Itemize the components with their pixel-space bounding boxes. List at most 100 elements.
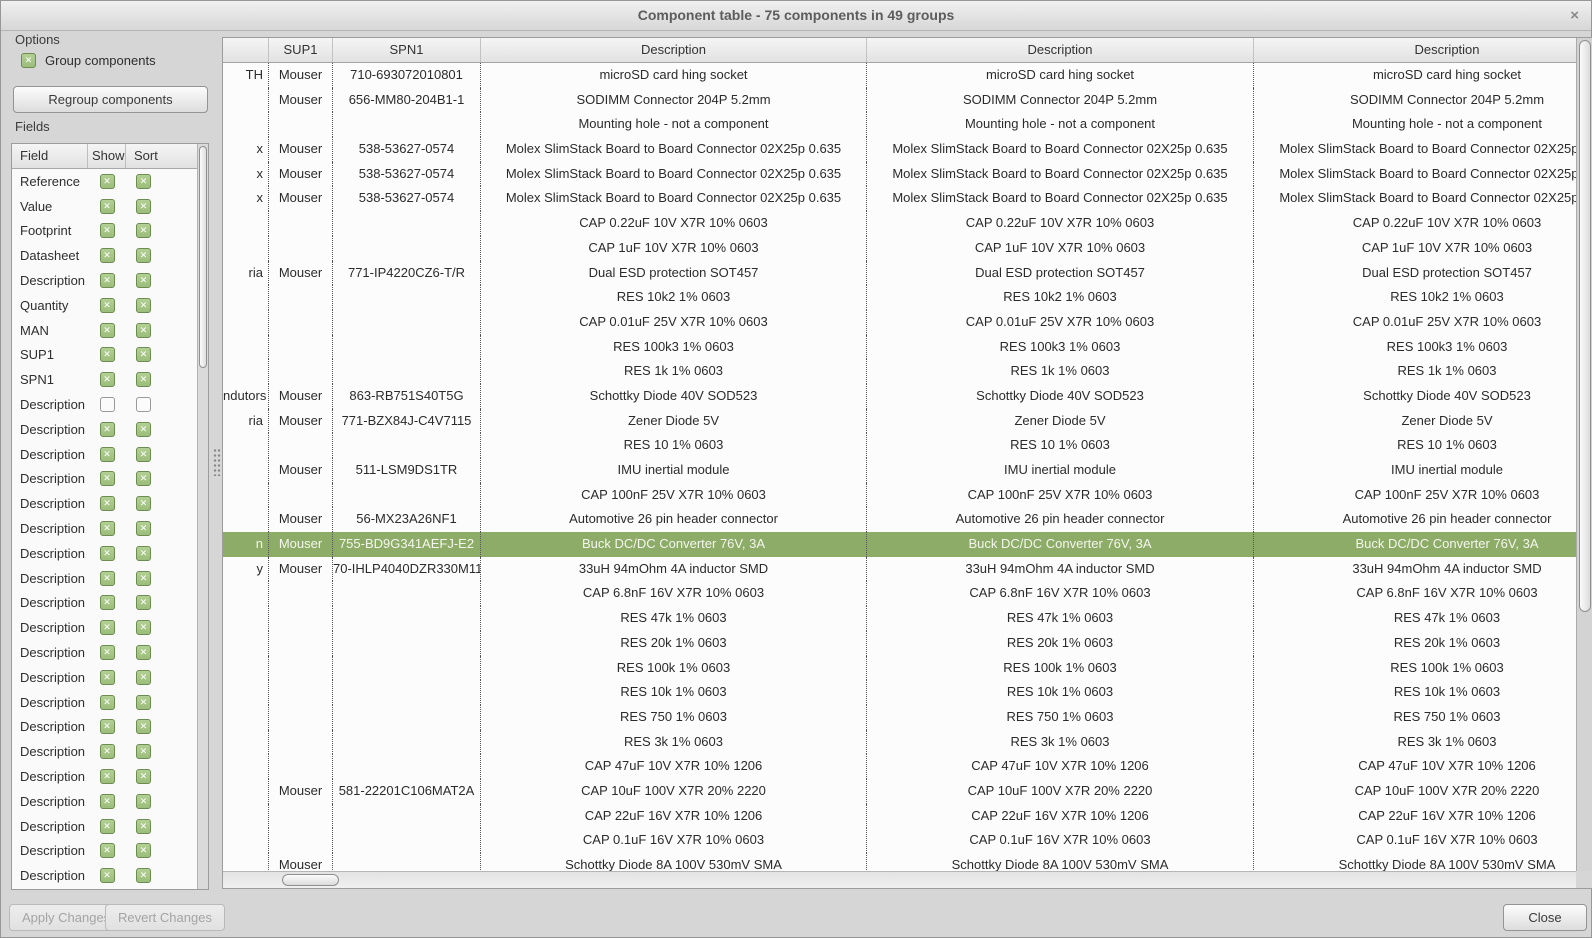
field-sort-checkbox[interactable] xyxy=(136,695,151,710)
field-sort-checkbox[interactable] xyxy=(136,794,151,809)
table-cell[interactable]: CAP 47uF 10V X7R 10% 1206 xyxy=(1254,754,1576,779)
table-cell[interactable]: RES 750 1% 0603 xyxy=(1254,705,1576,730)
fields-scrollbar[interactable] xyxy=(197,144,208,889)
table-cell[interactable]: Dual ESD protection SOT457 xyxy=(1254,261,1576,286)
table-row[interactable]: Mouser511-LSM9DS1TRIMU inertial moduleIM… xyxy=(223,458,1576,483)
table-cell[interactable]: CAP 1uF 10V X7R 10% 0603 xyxy=(867,236,1254,261)
table-cell[interactable]: Molex SlimStack Board to Board Connector… xyxy=(867,137,1254,162)
table-cell[interactable] xyxy=(333,680,481,705)
field-row[interactable]: Description xyxy=(12,863,197,888)
table-cell[interactable] xyxy=(333,730,481,755)
table-cell[interactable]: Mounting hole - not a component xyxy=(481,112,867,137)
table-cell[interactable] xyxy=(269,483,333,508)
table-cell[interactable]: IMU inertial module xyxy=(1254,458,1576,483)
table-cell[interactable]: Molex SlimStack Board to Board Connector… xyxy=(481,137,867,162)
table-cell[interactable]: Buck DC/DC Converter 76V, 3A xyxy=(1254,532,1576,557)
table-cell[interactable] xyxy=(269,211,333,236)
table-cell[interactable]: RES 1k 1% 0603 xyxy=(1254,359,1576,384)
fields-col-field[interactable]: Field xyxy=(12,144,88,168)
table-cell[interactable]: Schottky Diode 40V SOD523 xyxy=(481,384,867,409)
table-cell[interactable] xyxy=(333,631,481,656)
table-cell[interactable] xyxy=(269,804,333,829)
field-show-checkbox[interactable] xyxy=(100,571,115,586)
field-show-checkbox[interactable] xyxy=(100,794,115,809)
table-cell[interactable]: x xyxy=(223,137,269,162)
table-cell[interactable]: Mouser xyxy=(269,507,333,532)
group-components-checkbox[interactable] xyxy=(21,53,36,68)
table-cell[interactable]: SODIMM Connector 204P 5.2mm xyxy=(867,88,1254,113)
table-cell[interactable]: TH xyxy=(223,63,269,88)
field-sort-checkbox[interactable] xyxy=(136,719,151,734)
table-cell[interactable] xyxy=(333,581,481,606)
field-row[interactable]: Description xyxy=(12,665,197,690)
table-cell[interactable]: Zener Diode 5V xyxy=(1254,409,1576,434)
table-cell[interactable]: Dual ESD protection SOT457 xyxy=(481,261,867,286)
table-cell[interactable]: CAP 6.8nF 16V X7R 10% 0603 xyxy=(481,581,867,606)
table-cell[interactable]: Zener Diode 5V xyxy=(867,409,1254,434)
field-sort-checkbox[interactable] xyxy=(136,670,151,685)
table-cell[interactable]: Mouser xyxy=(269,409,333,434)
field-sort-checkbox[interactable] xyxy=(136,819,151,834)
field-sort-checkbox[interactable] xyxy=(136,843,151,858)
field-row[interactable]: Description xyxy=(12,392,197,417)
field-row[interactable]: Value xyxy=(12,194,197,219)
table-cell[interactable] xyxy=(333,483,481,508)
table-cell[interactable]: IMU inertial module xyxy=(867,458,1254,483)
table-cell[interactable] xyxy=(269,606,333,631)
table-cell[interactable]: CAP 0.01uF 25V X7R 10% 0603 xyxy=(481,310,867,335)
table-cell[interactable]: Buck DC/DC Converter 76V, 3A xyxy=(481,532,867,557)
table-cell[interactable]: 863-RB751S40T5G xyxy=(333,384,481,409)
table-cell[interactable]: Mouser xyxy=(269,532,333,557)
field-row[interactable]: Description xyxy=(12,839,197,864)
field-row[interactable]: Description xyxy=(12,566,197,591)
table-cell[interactable]: IMU inertial module xyxy=(481,458,867,483)
table-cell[interactable]: CAP 100nF 25V X7R 10% 0603 xyxy=(1254,483,1576,508)
table-cell[interactable]: 755-BD9G341AEFJ-E2 xyxy=(333,532,481,557)
table-cell[interactable]: RES 47k 1% 0603 xyxy=(867,606,1254,631)
column-header[interactable]: SUP1 xyxy=(269,38,333,62)
table-cell[interactable]: Schottky Diode 8A 100V 530mV SMA xyxy=(867,853,1254,871)
column-header[interactable]: Description xyxy=(1254,38,1576,62)
field-show-checkbox[interactable] xyxy=(100,521,115,536)
table-cell[interactable]: CAP 0.01uF 25V X7R 10% 0603 xyxy=(867,310,1254,335)
table-cell[interactable]: CAP 0.1uF 16V X7R 10% 0603 xyxy=(481,828,867,853)
field-row[interactable]: MAN xyxy=(12,318,197,343)
field-row[interactable]: Description xyxy=(12,442,197,467)
column-header[interactable]: Description xyxy=(867,38,1254,62)
table-cell[interactable]: Mouser xyxy=(269,557,333,582)
table-cell[interactable]: CAP 100nF 25V X7R 10% 0603 xyxy=(481,483,867,508)
table-row[interactable]: RES 10k 1% 0603RES 10k 1% 0603RES 10k 1%… xyxy=(223,680,1576,705)
field-sort-checkbox[interactable] xyxy=(136,645,151,660)
table-cell[interactable]: CAP 10uF 100V X7R 20% 2220 xyxy=(1254,779,1576,804)
table-cell[interactable]: CAP 0.01uF 25V X7R 10% 0603 xyxy=(1254,310,1576,335)
table-cell[interactable] xyxy=(333,606,481,631)
table-cell[interactable]: RES 47k 1% 0603 xyxy=(1254,606,1576,631)
table-cell[interactable] xyxy=(223,705,269,730)
table-cell[interactable] xyxy=(333,112,481,137)
table-cell[interactable]: Schottky Diode 40V SOD523 xyxy=(1254,384,1576,409)
table-cell[interactable] xyxy=(269,310,333,335)
table-cell[interactable] xyxy=(223,112,269,137)
table-row[interactable]: RES 750 1% 0603RES 750 1% 0603RES 750 1%… xyxy=(223,705,1576,730)
table-cell[interactable] xyxy=(269,705,333,730)
field-sort-checkbox[interactable] xyxy=(136,248,151,263)
table-row[interactable]: RES 1k 1% 0603RES 1k 1% 0603RES 1k 1% 06… xyxy=(223,359,1576,384)
table-cell[interactable] xyxy=(269,112,333,137)
table-cell[interactable]: RES 47k 1% 0603 xyxy=(481,606,867,631)
table-cell[interactable]: CAP 6.8nF 16V X7R 10% 0603 xyxy=(867,581,1254,606)
table-cell[interactable]: RES 750 1% 0603 xyxy=(867,705,1254,730)
table-cell[interactable]: CAP 100nF 25V X7R 10% 0603 xyxy=(867,483,1254,508)
revert-changes-button[interactable]: Revert Changes xyxy=(105,904,225,931)
table-cell[interactable]: CAP 0.22uF 10V X7R 10% 0603 xyxy=(481,211,867,236)
table-cell[interactable]: 33uH 94mOhm 4A inductor SMD xyxy=(867,557,1254,582)
table-cell[interactable]: Molex SlimStack Board to Board Connector… xyxy=(867,162,1254,187)
table-cell[interactable]: SODIMM Connector 204P 5.2mm xyxy=(1254,88,1576,113)
table-cell[interactable]: RES 10k 1% 0603 xyxy=(867,680,1254,705)
vertical-scrollbar[interactable] xyxy=(1576,38,1592,871)
table-cell[interactable]: Molex SlimStack Board to Board Connector… xyxy=(1254,137,1576,162)
table-row[interactable]: MouserSchottky Diode 8A 100V 530mV SMASc… xyxy=(223,853,1576,871)
table-cell[interactable]: n xyxy=(223,532,269,557)
table-row[interactable]: yMouser70-IHLP4040DZR330M1133uH 94mOhm 4… xyxy=(223,557,1576,582)
table-cell[interactable] xyxy=(269,359,333,384)
table-cell[interactable]: RES 100k3 1% 0603 xyxy=(1254,335,1576,360)
